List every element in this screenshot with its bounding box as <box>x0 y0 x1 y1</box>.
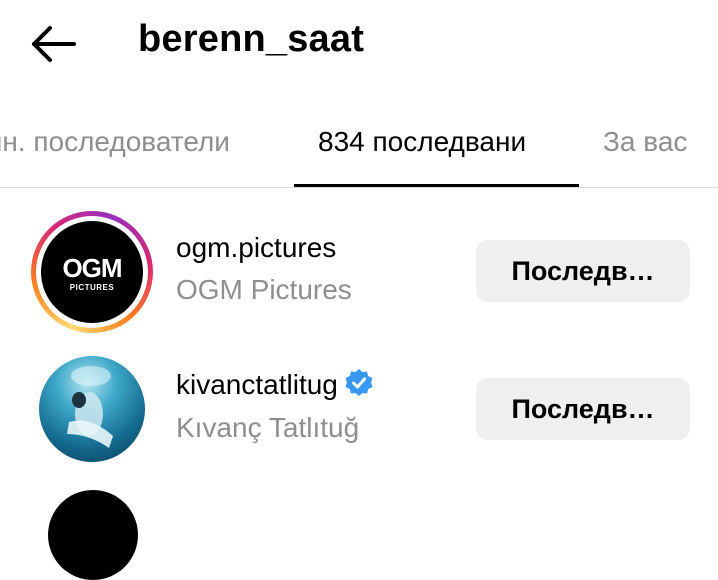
avatar: OGM PICTURES <box>41 221 143 323</box>
top-bar: berenn_saat <box>0 0 718 90</box>
full-name: Kıvanç Tatlıtuğ <box>176 412 360 443</box>
list-item[interactable]: OGM PICTURES ogm.pictures OGM Pictures П… <box>0 206 718 336</box>
avatar[interactable] <box>39 356 145 462</box>
tab-followers[interactable]: лн. последователи <box>0 126 230 158</box>
tab-divider <box>0 187 718 188</box>
avatar-logo-text: OGM <box>62 253 122 283</box>
following-button[interactable]: Последв… <box>476 378 690 440</box>
tab-bar: лн. последователи 834 последвани За вас <box>0 112 718 188</box>
avatar[interactable] <box>48 490 138 580</box>
arrow-left-icon <box>32 26 76 62</box>
verified-badge-icon <box>344 368 374 405</box>
username: kivanctatlitug <box>176 368 338 400</box>
avatar-photo <box>67 366 113 448</box>
back-button[interactable] <box>28 22 80 66</box>
story-ring[interactable]: OGM PICTURES <box>31 211 153 333</box>
username-with-badge[interactable]: kivanctatlitug <box>176 368 374 405</box>
page-title: berenn_saat <box>138 18 365 60</box>
full-name: OGM Pictures <box>176 274 352 305</box>
avatar-logo-subtext: PICTURES <box>69 283 115 292</box>
username[interactable]: ogm.pictures <box>176 232 336 264</box>
following-button[interactable]: Последв… <box>476 240 690 302</box>
tab-for-you[interactable]: За вас <box>603 126 687 158</box>
tab-following[interactable]: 834 последвани <box>318 126 526 158</box>
list-item[interactable]: kivanctatlitug Kıvanç Tatlıtuğ Последв… <box>0 346 718 476</box>
